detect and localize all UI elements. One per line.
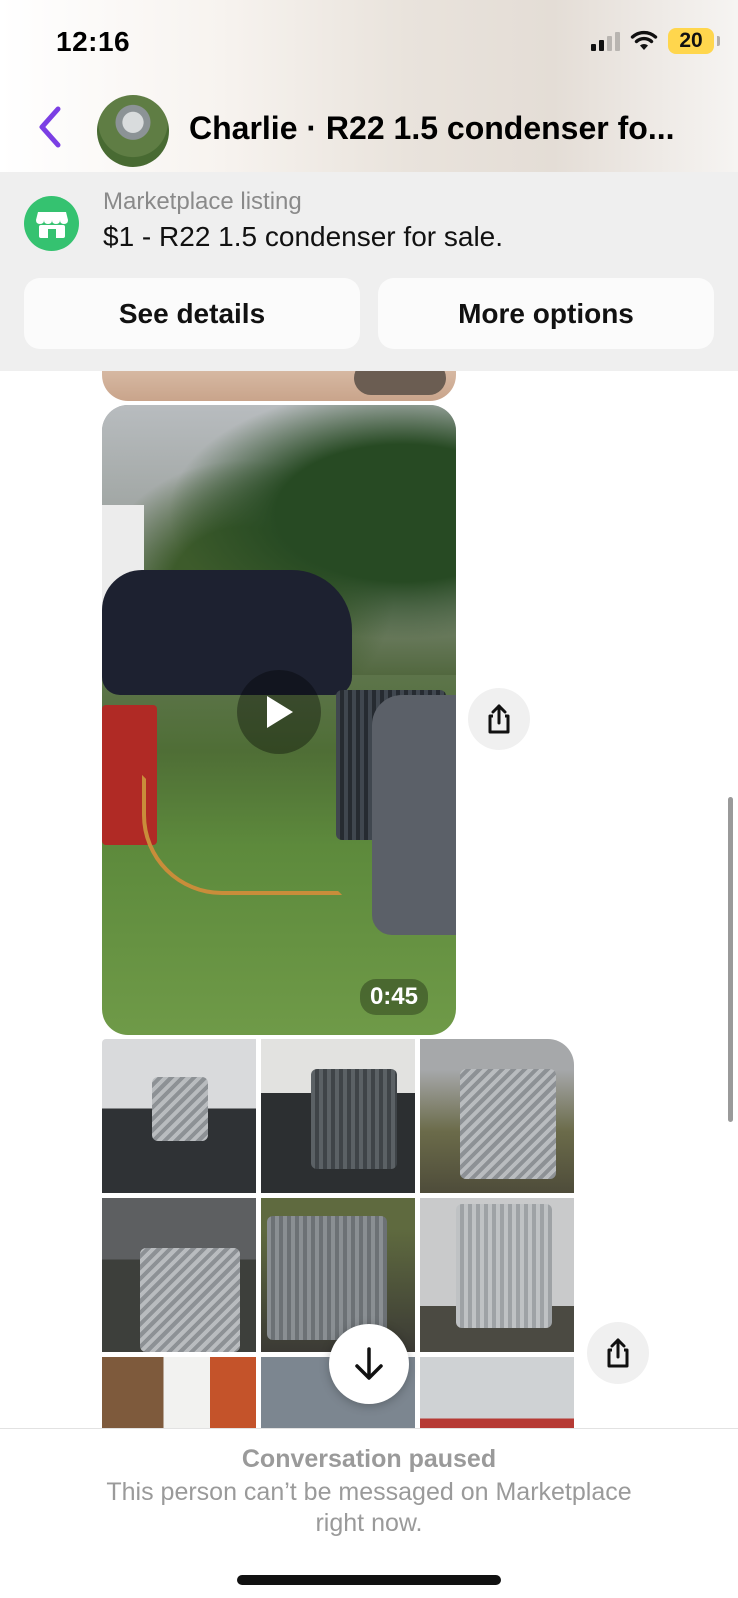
conversation-paused-footer: Conversation paused This person can’t be… (0, 1428, 738, 1598)
photo-thumbnail[interactable] (420, 1198, 574, 1352)
photo-thumbnail[interactable] (102, 1357, 256, 1429)
share-video-button[interactable] (468, 688, 530, 750)
photo-thumbnail[interactable] (420, 1357, 574, 1429)
play-icon (267, 696, 293, 728)
see-details-button[interactable]: See details (24, 278, 360, 349)
previous-video-message[interactable] (102, 371, 456, 401)
photo-thumbnail[interactable] (261, 1198, 415, 1352)
scrollbar[interactable] (728, 797, 733, 1122)
avatar[interactable] (97, 95, 169, 167)
video-thumbnail-hose (142, 775, 342, 895)
top-area: 12:16 20 Charlie · R22 1.5 condenser fo.… (0, 0, 738, 172)
marketplace-shop-icon (24, 196, 79, 251)
more-options-button[interactable]: More options (378, 278, 714, 349)
video-thumbnail-car (102, 570, 352, 695)
battery-level: 20 (679, 29, 703, 52)
share-icon (488, 704, 510, 734)
battery-icon: 20 (668, 28, 720, 54)
photo-thumbnail[interactable] (420, 1039, 574, 1193)
paused-title: Conversation paused (241, 1445, 497, 1473)
photo-thumbnail[interactable] (102, 1198, 256, 1352)
photo-thumbnail[interactable] (102, 1039, 256, 1193)
paused-message: This person can’t be messaged on Marketp… (106, 1478, 632, 1537)
listing-caption: Marketplace listing (103, 188, 302, 215)
status-icons: 20 (591, 28, 720, 54)
conversation-title[interactable]: Charlie · R22 1.5 condenser fo... (189, 110, 709, 147)
arrow-down-icon (355, 1347, 383, 1380)
back-button[interactable] (30, 102, 70, 152)
home-indicator[interactable] (237, 1575, 501, 1585)
previous-video-duration-chip (354, 371, 446, 395)
share-photos-button[interactable] (587, 1322, 649, 1384)
video-duration: 0:45 (359, 979, 428, 1015)
marketplace-listing-banner: Marketplace listing $1 - R22 1.5 condens… (0, 172, 738, 371)
chevron-left-icon (39, 106, 61, 148)
listing-title[interactable]: $1 - R22 1.5 condenser for sale. (103, 221, 503, 253)
share-icon (607, 1338, 629, 1368)
cellular-signal-icon (591, 31, 620, 51)
wifi-icon (630, 30, 658, 50)
video-thumbnail-person (372, 695, 456, 935)
play-button[interactable] (237, 670, 321, 754)
status-time: 12:16 (56, 26, 131, 57)
scroll-to-bottom-button[interactable] (329, 1324, 409, 1404)
video-message[interactable]: 0:45 (102, 405, 456, 1035)
photo-thumbnail[interactable] (261, 1039, 415, 1193)
